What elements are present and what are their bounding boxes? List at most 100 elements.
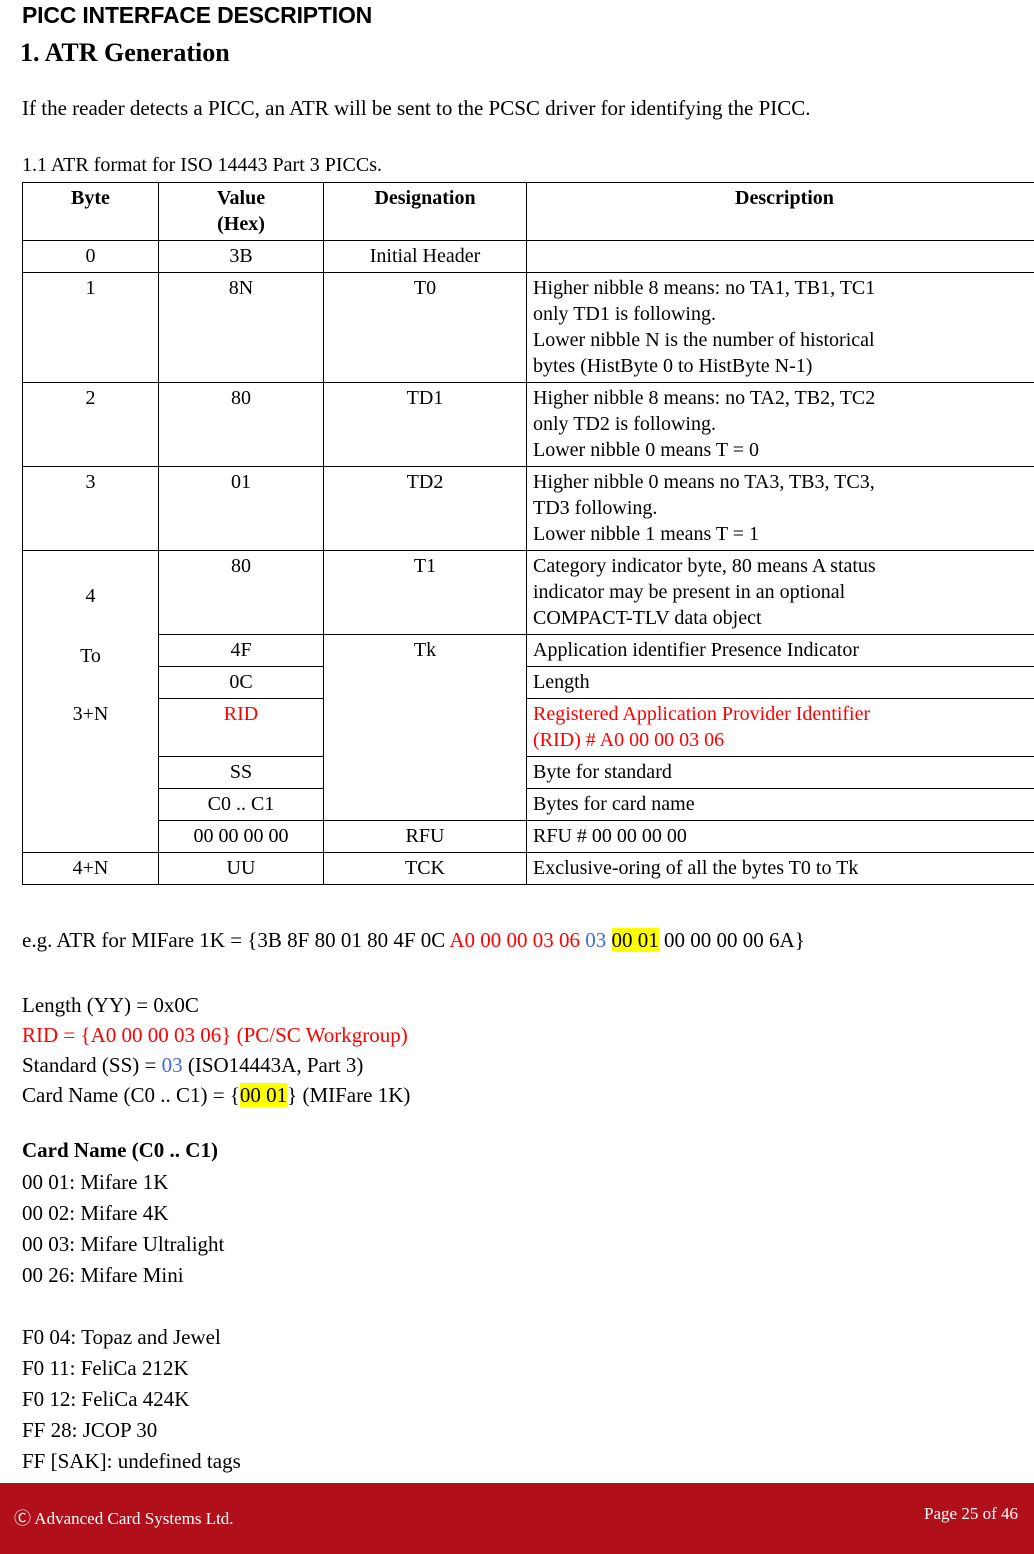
cell-value: 0C	[158, 666, 324, 699]
table-row: 0 3B Initial Header	[22, 240, 1034, 273]
cell-value: 3B	[158, 240, 324, 273]
example-atr-rid: A0 00 00 03 06	[449, 928, 581, 952]
cell-value: 80	[158, 550, 324, 635]
cell-description: Higher nibble 8 means: no TA2, TB2, TC2 …	[526, 382, 1034, 467]
section-heading: 1. ATR Generation	[20, 38, 230, 67]
table-header-row: Byte Value (Hex) Designation Description	[22, 182, 1034, 241]
cell-byte: 3	[22, 466, 159, 551]
description-line: COMPACT-TLV data object	[533, 607, 762, 629]
cell-value: 8N	[158, 272, 324, 383]
example-atr-space2	[606, 928, 611, 952]
cell-designation: Initial Header	[323, 240, 527, 273]
cell-description: Application identifier Presence Indicato…	[526, 634, 1034, 667]
column-header-byte: Byte	[22, 182, 159, 241]
description-line: (RID) # A0 00 00 03 06	[533, 729, 725, 751]
cell-designation-tk: Tk	[323, 634, 527, 821]
example-atr-card-name: 00 01	[611, 928, 659, 952]
table-row: 0C Length	[23, 666, 1034, 699]
cell-description: Higher nibble 8 means: no TA1, TB1, TC1 …	[526, 272, 1034, 383]
legend-cardname-value: 00 01	[239, 1083, 288, 1107]
cell-byte: 0	[22, 240, 159, 273]
description-line: Higher nibble 0 means no TA3, TB3, TC3,	[533, 471, 875, 493]
list-item: 00 03: Mifare Ultralight	[22, 1232, 225, 1256]
list-item: F0 04: Topaz and Jewel	[22, 1325, 221, 1349]
description-line: only TD1 is following.	[533, 303, 716, 325]
example-atr-prefix: e.g. ATR for MIFare 1K = {3B 8F 80 01 80…	[22, 928, 450, 952]
document-header-title: PICC INTERFACE DESCRIPTION	[22, 2, 373, 28]
page-footer: Ⓒ Advanced Card Systems Ltd. Page 25 of …	[0, 1483, 1034, 1554]
cell-description: Category indicator byte, 80 means A stat…	[526, 550, 1034, 635]
description-line: only TD2 is following.	[533, 413, 716, 435]
column-header-value-line1: Value	[216, 187, 266, 209]
description-line: Lower nibble 1 means T = 1	[533, 523, 760, 545]
description-line: TD3 following.	[533, 497, 658, 519]
cell-value: SS	[158, 756, 324, 789]
cell-value: 80	[158, 382, 324, 467]
list-item: FF 28: JCOP 30	[22, 1418, 158, 1442]
cell-description	[526, 240, 1034, 273]
cell-byte: 4+N	[22, 852, 159, 885]
cell-value: 4F	[158, 634, 324, 667]
example-atr-ss: 03	[585, 928, 607, 952]
legend-standard-suffix: (ISO14443A, Part 3)	[182, 1053, 364, 1077]
table-row: 4+N UU TCK Exclusive-oring of all the by…	[22, 852, 1034, 885]
cell-value: 00 00 00 00	[158, 820, 324, 853]
table-row: 3 01 TD2 Higher nibble 0 means no TA3, T…	[22, 466, 1034, 551]
cell-description: Byte for standard	[526, 756, 1034, 789]
column-header-value-line2: (Hex)	[217, 213, 265, 235]
cell-description: Higher nibble 0 means no TA3, TB3, TC3, …	[526, 466, 1034, 551]
list-item: 00 02: Mifare 4K	[22, 1201, 169, 1225]
example-atr-suffix: 00 00 00 00 6A}	[658, 928, 805, 952]
cell-designation: T1	[323, 550, 527, 635]
example-atr-line: e.g. ATR for MIFare 1K = {3B 8F 80 01 80…	[22, 928, 805, 952]
cell-value: C0 .. C1	[158, 788, 324, 821]
atr-format-table: Byte Value (Hex) Designation Description…	[22, 182, 1034, 885]
table-row: 4F Tk Application identifier Presence In…	[23, 634, 1034, 821]
footer-copyright: Ⓒ Advanced Card Systems Ltd.	[14, 1509, 234, 1528]
table-row: 00 00 00 00 RFU RFU # 00 00 00 00	[23, 820, 1034, 853]
cell-description: Registered Application Provider Identifi…	[526, 698, 1034, 757]
footer-page-number: Page 25 of 46	[924, 1504, 1018, 1523]
description-line: Lower nibble 0 means T = 0	[533, 439, 760, 461]
description-line: bytes (HistByte 0 to HistByte N-1)	[533, 355, 813, 377]
legend-length-line: Length (YY) = 0x0C	[22, 993, 199, 1017]
list-item: 00 01: Mifare 1K	[22, 1170, 169, 1194]
description-line: Category indicator byte, 80 means A stat…	[533, 555, 876, 577]
description-line: Higher nibble 8 means: no TA2, TB2, TC2	[533, 387, 876, 409]
cell-byte-range: 4 To 3+N	[22, 550, 159, 853]
table-row: RID Registered Application Provider Iden…	[23, 698, 1034, 757]
table-row: SS Byte for standard	[23, 756, 1034, 789]
cell-designation: RFU	[323, 820, 527, 853]
legend-cardname-line: Card Name (C0 .. C1) = {00 01} (MIFare 1…	[22, 1083, 411, 1107]
table-row: 4 To 3+N 80 T1 Category indicator byte, …	[22, 550, 1034, 853]
intro-paragraph: If the reader detects a PICC, an ATR wil…	[22, 96, 811, 120]
byte-range-line1: 4	[85, 585, 96, 607]
legend-standard-line: Standard (SS) = 03 (ISO14443A, Part 3)	[22, 1055, 363, 1076]
legend-standard-prefix: Standard (SS) =	[22, 1053, 162, 1077]
description-line: Higher nibble 8 means: no TA1, TB1, TC1	[533, 277, 876, 299]
cell-description: Length	[526, 666, 1034, 699]
cell-byte: 2	[22, 382, 159, 467]
description-line: indicator may be present in an optional	[533, 581, 846, 603]
byte-range-line2: To	[80, 645, 101, 667]
column-header-description: Description	[526, 182, 1034, 241]
list-item: FF [SAK]: undefined tags	[22, 1449, 241, 1473]
cell-value: 01	[158, 466, 324, 551]
cell-byte: 1	[22, 272, 159, 383]
description-line: Lower nibble N is the number of historic…	[533, 329, 875, 351]
table-row: C0 .. C1 Bytes for card name	[23, 788, 1034, 821]
cell-designation: TD1	[323, 382, 527, 467]
table-row: 2 80 TD1 Higher nibble 8 means: no TA2, …	[22, 382, 1034, 467]
table-row: 1 8N T0 Higher nibble 8 means: no TA1, T…	[22, 272, 1034, 383]
legend-cardname-prefix: Card Name (C0 .. C1) = {	[22, 1083, 240, 1107]
subsection-heading: 1.1 ATR format for ISO 14443 Part 3 PICC…	[22, 154, 382, 176]
cell-value: UU	[158, 852, 324, 885]
card-name-list-title: Card Name (C0 .. C1)	[22, 1138, 218, 1162]
cell-designation: TD2	[323, 466, 527, 551]
column-header-designation: Designation	[323, 182, 527, 241]
list-item: 00 26: Mifare Mini	[22, 1263, 184, 1287]
cell-value-rid: RID	[158, 698, 324, 757]
legend-cardname-suffix: } (MIFare 1K)	[287, 1083, 411, 1107]
cell-description: Exclusive-oring of all the bytes T0 to T…	[526, 852, 1034, 885]
cell-designation: TCK	[323, 852, 527, 885]
